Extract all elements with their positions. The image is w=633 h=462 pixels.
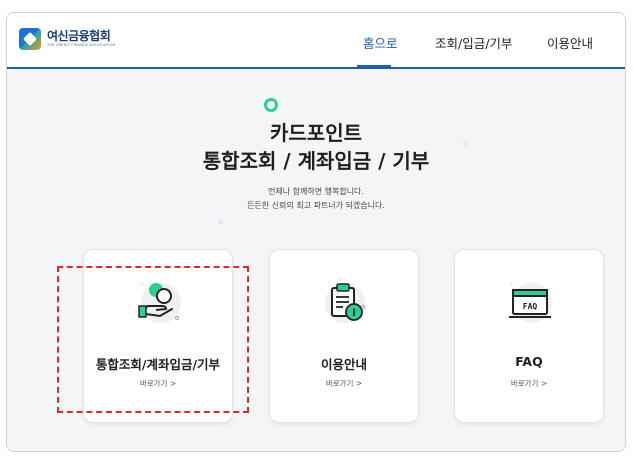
svg-text:i: i <box>352 308 355 319</box>
hero-title-line1: 카드포인트 <box>270 121 362 145</box>
logo-korean-name: 여신금융협회 <box>47 29 111 43</box>
hero-title-line2: 통합조회 / 계좌입금 / 기부 <box>202 149 430 173</box>
card-title: 이용안내 <box>320 357 367 372</box>
card-shortcut-link[interactable]: 바로가기 > <box>84 378 232 389</box>
logo-text: 여신금융협회 THE CREDIT FINANCE ASSOCIATION <box>47 30 115 48</box>
header: 여신금융협회 THE CREDIT FINANCE ASSOCIATION 홈으… <box>7 13 625 69</box>
logo-mark-icon <box>19 28 41 50</box>
hero-subtitle-line2: 든든한 신뢰의 최고 파트너가 되겠습니다. <box>247 201 385 210</box>
svg-text:⁘: ⁘ <box>338 277 343 284</box>
svg-text:⁘: ⁘ <box>509 281 514 288</box>
card-shortcut-link[interactable]: 바로가기 > <box>270 378 418 389</box>
nav-inquiry-deposit-donation[interactable]: 조회/입금/기부 <box>435 33 512 52</box>
svg-text:FAQ: FAQ <box>523 302 538 311</box>
browser-frame: 여신금융협회 THE CREDIT FINANCE ASSOCIATION 홈으… <box>6 12 626 452</box>
card-inquiry-deposit-donation[interactable]: ⁘ 통합조회/계좌입금/기부 바로가기 > <box>83 249 233 423</box>
logo-english-name: THE CREDIT FINANCE ASSOCIATION <box>47 43 116 47</box>
svg-text:⁘: ⁘ <box>139 281 145 289</box>
nav-home[interactable]: 홈으로 <box>363 33 398 52</box>
hero-subtitle-line1: 언제나 함께하면 행복합니다. <box>268 187 364 196</box>
card-faq[interactable]: FAQ ⁘ FAQ 바로가기 > <box>454 249 604 423</box>
nav-active-indicator <box>357 65 391 68</box>
card-title: 통합조회/계좌입금/기부 <box>95 357 221 372</box>
site-logo[interactable]: 여신금융협회 THE CREDIT FINANCE ASSOCIATION <box>19 28 115 50</box>
sparkle-icon: ⁘ <box>217 218 227 228</box>
green-ring-decoration <box>264 98 278 112</box>
clipboard-info-icon: i ⁘ <box>320 276 370 326</box>
coin-hand-icon: ⁘ <box>134 276 184 326</box>
card-title: FAQ <box>515 354 543 369</box>
card-usage-guide[interactable]: i ⁘ 이용안내 바로가기 > <box>269 249 419 423</box>
card-shortcut-link[interactable]: 바로가기 > <box>455 378 603 389</box>
nav-usage-guide[interactable]: 이용안내 <box>547 33 593 52</box>
faq-window-icon: FAQ ⁘ <box>505 276 555 326</box>
